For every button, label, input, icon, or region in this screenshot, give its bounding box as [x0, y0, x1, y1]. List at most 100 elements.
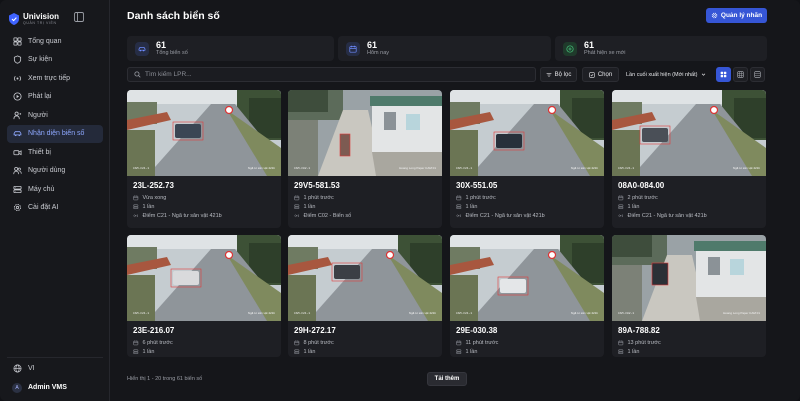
detection-count-text: 1 lần: [627, 349, 640, 355]
count-icon: [618, 204, 624, 210]
plate-card[interactable]: CAM-C02-1 Hoang Long Paper CAM 01 29V5-581…: [288, 90, 442, 228]
camera-thumbnail[interactable]: CAM-C02-1 Hoang Long Paper CAM 01: [612, 235, 766, 321]
plate-card[interactable]: CAM-C02-1 Hoang Long Paper CAM 01 89A-788.…: [612, 235, 766, 357]
location-icon: [133, 214, 138, 218]
detected-time-text: 2 phút trước: [627, 195, 658, 201]
camera-id: CAM-C21-1: [456, 312, 473, 315]
sidebar-item-5[interactable]: Nhận diện biển số: [7, 124, 103, 143]
view-grid-large-button[interactable]: [716, 67, 731, 82]
chevron-down-icon: [702, 73, 706, 76]
sidebar-item-3[interactable]: Phát lại: [7, 88, 103, 107]
calendar-icon: [618, 195, 624, 201]
detected-time-text: 11 phút trước: [465, 340, 499, 346]
plate-card[interactable]: CAM-C21-1 Ngã tư sân vật 421b 29H-272.17 8 …: [288, 235, 442, 357]
select-button[interactable]: Chọn: [582, 67, 619, 82]
load-more-button[interactable]: Tải thêm: [427, 372, 467, 386]
detected-time: 2 phút trước: [618, 195, 658, 201]
detected-time: 6 phút trước: [133, 340, 173, 346]
search-box[interactable]: [127, 67, 536, 82]
car-icon: [138, 46, 146, 51]
checkbox-icon: [589, 71, 595, 78]
language-label: VI: [28, 365, 35, 372]
detection-count: 1 lần: [618, 349, 639, 355]
manage-labels-button[interactable]: Quản lý nhãn: [706, 8, 767, 23]
camera-location: Điểm C02 - Biển số: [294, 213, 351, 219]
calendar-icon: [456, 195, 462, 201]
plate-number: 29E-030.38: [456, 326, 498, 335]
filter-button[interactable]: Bộ lọc: [540, 67, 577, 82]
sidebar-item-9[interactable]: Cài đặt AI: [7, 199, 103, 218]
sidebar-item-label: Nhận diện biển số: [28, 130, 85, 138]
filter-icon: [546, 72, 552, 77]
calendar-icon: [456, 340, 462, 346]
language-switcher[interactable]: VI: [7, 360, 103, 377]
plate-card[interactable]: CAM-C21-1 Ngã tư sân vật 421b 23L-252.73 Vừ…: [127, 90, 281, 228]
camera-overlay-label: Hoang Long Paper CAM 01: [399, 166, 436, 170]
user-menu[interactable]: A Admin VMS: [7, 379, 103, 396]
camera-thumbnail[interactable]: CAM-C21-1 Ngã tư sân vật 421b: [612, 90, 766, 176]
detection-count: 1 lần: [618, 204, 639, 210]
brand-name: Univision: [23, 11, 60, 21]
camera-id: CAM-C02-1: [294, 167, 311, 170]
sidebar-item-8[interactable]: Máy chủ: [7, 180, 103, 199]
plate-card[interactable]: CAM-C21-1 Ngã tư sân vật 421b 08A0-084.00 2…: [612, 90, 766, 228]
detection-count-text: 1 lần: [303, 349, 316, 355]
camera-thumbnail[interactable]: CAM-C21-1 Ngã tư sân vật 421b: [288, 235, 442, 321]
main-content: Danh sách biển số Quản lý nhãn 61 Tổng bi…: [110, 0, 800, 401]
location-icon: [456, 214, 461, 218]
count-icon: [456, 204, 462, 210]
plate-card[interactable]: CAM-C21-1 Ngã tư sân vật 421b 23E-216.07 6 …: [127, 235, 281, 357]
detection-count: 1 lần: [456, 349, 477, 355]
camera-thumbnail[interactable]: CAM-C02-1 Hoang Long Paper CAM 01: [288, 90, 442, 176]
camera-overlay-label: Hoang Long Paper CAM 01: [723, 311, 760, 315]
car-icon: [13, 131, 22, 137]
plate-card[interactable]: CAM-C21-1 Ngã tư sân vật 421b 29E-030.38 11…: [450, 235, 604, 357]
sidebar-footer: VI A Admin VMS: [7, 357, 103, 396]
stat-card: 61 Phát hiện xe mới: [555, 36, 767, 61]
sidebar-item-4[interactable]: Người: [7, 106, 103, 125]
stat-icon-box: [346, 41, 360, 56]
sidebar-item-label: Tổng quan: [28, 37, 62, 45]
collapse-sidebar-icon[interactable]: [74, 12, 84, 22]
sidebar-item-2[interactable]: Xem trực tiếp: [7, 69, 103, 88]
grid-icon: [720, 71, 727, 78]
location-icon: [618, 214, 623, 218]
detected-time-text: Vừa xong: [142, 195, 167, 201]
sidebar-item-1[interactable]: Sự kiện: [7, 51, 103, 70]
detection-count-text: 1 lần: [142, 349, 155, 355]
view-grid-small-button[interactable]: [733, 67, 748, 82]
detected-time: 8 phút trước: [294, 340, 334, 346]
sidebar: Univision QUẢN TRỊ VIÊN Tổng quan Sự kiện…: [0, 0, 110, 401]
camera-snapshot: [612, 235, 766, 321]
count-icon: [133, 204, 139, 210]
camera-thumbnail[interactable]: CAM-C21-1 Ngã tư sân vật 421b: [127, 235, 281, 321]
camera-thumbnail[interactable]: CAM-C21-1 Ngã tư sân vật 421b: [450, 90, 604, 176]
search-input[interactable]: [145, 71, 525, 78]
sidebar-nav: Tổng quan Sự kiện Xem trực tiếp Phát lại Ngư…: [7, 32, 103, 217]
sort-dropdown[interactable]: Lần cuối xuất hiện (Mới nhất): [623, 67, 711, 82]
stat-label: Hôm nay: [367, 50, 390, 56]
calendar-icon: [133, 195, 139, 201]
sidebar-item-6[interactable]: Thiết bị: [7, 143, 103, 162]
camera-thumbnail[interactable]: CAM-C21-1 Ngã tư sân vật 421b: [450, 235, 604, 321]
camera-thumbnail[interactable]: CAM-C21-1 Ngã tư sân vật 421b: [127, 90, 281, 176]
sidebar-item-7[interactable]: Người dùng: [7, 162, 103, 181]
camera-snapshot: [127, 90, 281, 176]
sidebar-item-label: Người dùng: [28, 167, 66, 175]
brand[interactable]: Univision QUẢN TRỊ VIÊN: [9, 10, 59, 28]
logo-icon: [9, 13, 19, 25]
calendar-icon: [294, 195, 300, 201]
detection-count: 1 lần: [294, 204, 315, 210]
person-icon: [13, 111, 22, 119]
sidebar-item-label: Xem trực tiếp: [28, 74, 71, 82]
camera-overlay-label: Ngã tư sân vật 421b: [247, 311, 275, 315]
sidebar-item-0[interactable]: Tổng quan: [7, 32, 103, 51]
plate-card[interactable]: CAM-C21-1 Ngã tư sân vật 421b 30X-551.05 1 …: [450, 90, 604, 228]
detected-time-text: 6 phút trước: [142, 340, 173, 346]
view-list-button[interactable]: [750, 67, 765, 82]
camera-snapshot: [450, 235, 604, 321]
plate-number: 29V5-581.53: [294, 181, 340, 190]
camera-snapshot: [612, 90, 766, 176]
page-title: Danh sách biển số: [127, 10, 220, 22]
broadcast-icon: [14, 75, 21, 81]
